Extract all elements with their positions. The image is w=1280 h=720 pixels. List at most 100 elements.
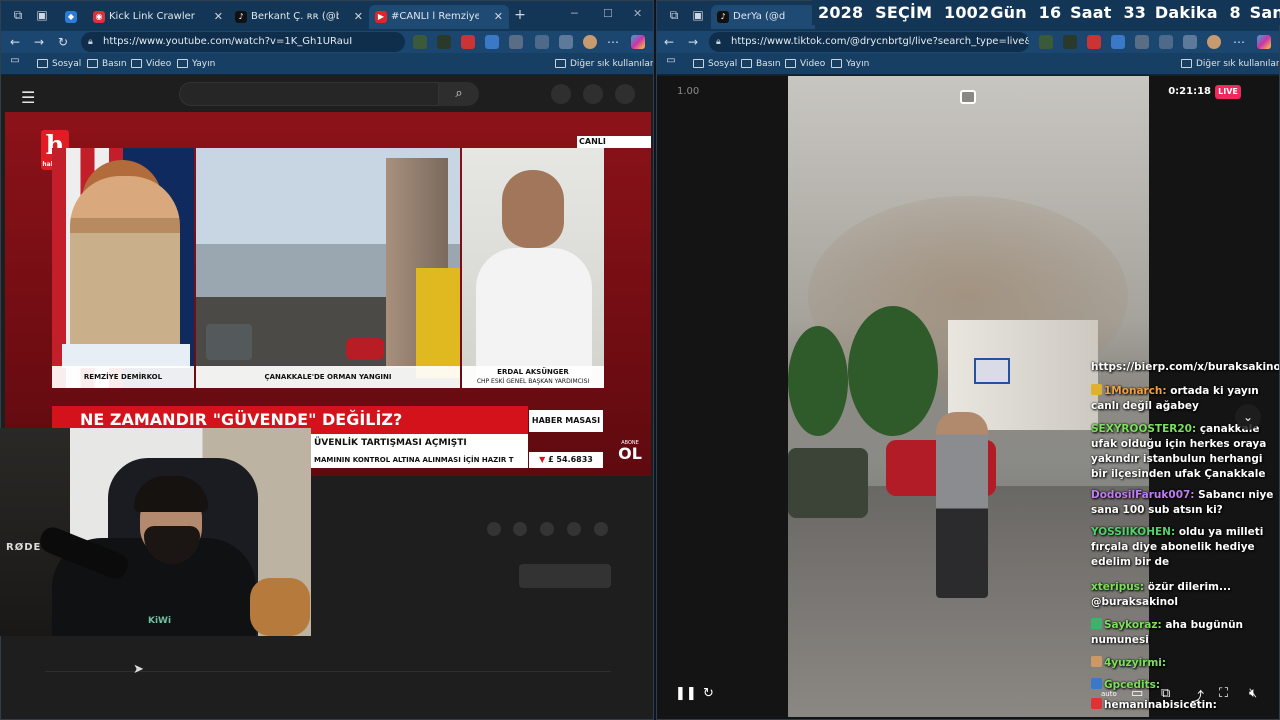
extension-6-icon[interactable] [1159, 35, 1173, 49]
chat-user[interactable]: 4yuzyirmi: [1104, 657, 1166, 669]
bookmark-yayin[interactable]: Yayın [831, 57, 869, 71]
theater-icon[interactable]: ▭ [1131, 686, 1143, 701]
extension-4-icon[interactable] [1111, 35, 1125, 49]
pause-icon[interactable]: ❚❚ [675, 686, 697, 701]
close-tab-icon[interactable]: ✕ [354, 5, 363, 29]
address-bar[interactable]: 🔒︎ https://www.tiktok.com/@drycnbrtgl/li… [709, 32, 1029, 52]
guest-title: CHP ESKİ GENEL BAŞKAN YARDIMCISI [476, 378, 590, 385]
tab-kick-link-crawler[interactable]: ◉ Kick Link Crawler ✕ [87, 5, 229, 29]
more-menu-icon[interactable]: ⋯ [1231, 34, 1247, 50]
reload-icon[interactable]: ↻ [703, 686, 714, 701]
extension-2-icon[interactable] [1063, 35, 1077, 49]
countdown-minutes-unit: Dakika [1154, 3, 1218, 22]
bookmark-toggle-icon[interactable]: ▭ [7, 53, 23, 69]
extension-6-icon[interactable] [535, 35, 549, 49]
bookmark-toggle-icon[interactable]: ▭ [663, 53, 679, 69]
chat-user[interactable]: DodosilFaruk007: [1091, 489, 1195, 501]
new-tab-button[interactable]: + [513, 8, 527, 22]
account-avatar[interactable] [615, 84, 635, 104]
refresh-icon[interactable]: ↻ [55, 34, 71, 50]
divider [45, 671, 611, 672]
close-window-icon[interactable]: ✕ [633, 7, 642, 20]
favorites-icon[interactable] [1183, 35, 1197, 49]
tab-actions-icon[interactable]: ▣ [691, 8, 705, 22]
more-menu-icon[interactable]: ⋯ [605, 34, 621, 50]
folder-icon [177, 59, 188, 68]
minimize-icon[interactable]: ─ [571, 7, 578, 20]
election-countdown: 2028 SEÇİM 1002Gün 16 Saat 33 Dakika 8 S… [812, 0, 1280, 25]
address-bar[interactable]: 🔒︎ https://www.youtube.com/watch?v=1K_Gh… [81, 32, 405, 52]
extension-3-icon[interactable] [1087, 35, 1101, 49]
tab-derya-tiktok[interactable]: ♪ DerYa (@drycnbrtgl) C [711, 5, 815, 29]
chat-user[interactable]: Saykoraz: [1104, 619, 1162, 631]
skeleton-dot [594, 522, 608, 536]
tab-pinned[interactable]: ◆ [59, 5, 87, 29]
extension-2-icon[interactable] [437, 35, 451, 49]
copilot-icon[interactable] [1257, 35, 1271, 49]
scroll-down-chevron-icon[interactable]: ⌄ [1235, 404, 1261, 430]
profile-avatar[interactable] [583, 35, 597, 49]
playback-speed[interactable]: 1.00 [677, 86, 699, 97]
chat-message: YOSSIIKOHEN: oldu ya milleti fırçala diy… [1091, 525, 1279, 570]
bookmark-label: Video [146, 59, 172, 69]
badge-icon [1091, 384, 1102, 395]
maximize-icon[interactable]: ☐ [603, 7, 613, 20]
extension-1-icon[interactable] [413, 35, 427, 49]
hamburger-menu-icon[interactable]: ☰ [21, 88, 35, 107]
favorites-icon[interactable] [559, 35, 573, 49]
skeleton-dot [513, 522, 527, 536]
extension-5-icon[interactable] [1135, 35, 1149, 49]
bookmark-basin[interactable]: Basın [741, 57, 781, 71]
chat-user[interactable]: 1Monarch: [1104, 385, 1167, 397]
close-tab-icon[interactable]: ✕ [494, 5, 503, 29]
picture-in-picture-icon[interactable] [960, 90, 976, 104]
tab-label: Kick Link Crawler [109, 11, 195, 22]
bookmark-basin[interactable]: Basın [87, 57, 127, 71]
bookmark-label: Diğer sık kullanılanlar [1196, 59, 1279, 69]
chat-user[interactable]: YOSSIIKOHEN: [1091, 526, 1175, 538]
lock-icon: 🔒︎ [88, 37, 93, 47]
back-icon[interactable]: ← [661, 34, 677, 50]
workspaces-icon[interactable]: ⧉ [11, 8, 25, 22]
other-bookmarks[interactable]: Diğer sık kullanılanlar [555, 57, 653, 71]
copilot-icon[interactable] [631, 35, 645, 49]
other-bookmarks[interactable]: Diğer sık kullanılanlar [1181, 57, 1279, 71]
miniplayer-icon[interactable]: ⧉ [1161, 686, 1170, 701]
back-icon[interactable]: ← [7, 34, 23, 50]
tab-berkant-tiktok[interactable]: ♪ Berkant Ç. ʀʀ (@berko_oo) · ✕ [229, 5, 369, 29]
bookmark-label: Yayın [192, 59, 216, 69]
extension-3-icon[interactable] [461, 35, 475, 49]
share-icon[interactable]: ⤴ [1191, 686, 1204, 705]
auto-quality[interactable]: auto [1101, 690, 1117, 698]
bookmark-yayin[interactable]: Yayın [177, 57, 215, 71]
chat-user[interactable]: xteripus: [1091, 581, 1144, 593]
live-tag: CANLI [577, 136, 651, 148]
tab-label: Berkant Ç. ʀʀ (@berko_oo) · [251, 11, 339, 22]
chat-message: SEXYROOSTER20: çanakkale ufak olduğu içi… [1091, 422, 1279, 482]
profile-avatar[interactable] [1207, 35, 1221, 49]
youtube-video-player[interactable]: hhalk TV CANLI REMZİYE DEMİRK [5, 112, 651, 476]
tab-canli-youtube[interactable]: ▶ #CANLI l Remziye Demirkol ✕ [369, 5, 509, 29]
mute-icon[interactable]: 🔇︎ [1249, 686, 1257, 701]
forward-icon[interactable]: → [31, 34, 47, 50]
youtube-search-input[interactable] [179, 82, 439, 106]
close-tab-icon[interactable]: ✕ [214, 5, 223, 29]
search-icon[interactable]: ⌕ [439, 82, 479, 106]
forward-icon[interactable]: → [685, 34, 701, 50]
create-icon[interactable] [551, 84, 571, 104]
guest-name: ERDAL AKSÜNGER [497, 368, 569, 376]
bookmark-sosyal[interactable]: Sosyal [693, 57, 737, 71]
bookmark-video[interactable]: Video [131, 57, 171, 71]
extension-4-icon[interactable] [485, 35, 499, 49]
chat-message: https://bierp.com/x/buraksakinol [1091, 360, 1279, 375]
tab-actions-icon[interactable]: ▣ [35, 8, 49, 22]
chat-user[interactable]: SEXYROOSTER20: [1091, 423, 1196, 435]
fullscreen-icon[interactable]: ⛶ [1219, 686, 1228, 701]
extension-1-icon[interactable] [1039, 35, 1053, 49]
workspaces-icon[interactable]: ⧉ [667, 8, 681, 22]
bookmark-video[interactable]: Video [785, 57, 825, 71]
notifications-icon[interactable] [583, 84, 603, 104]
extension-5-icon[interactable] [509, 35, 523, 49]
bookmark-sosyal[interactable]: Sosyal [37, 57, 81, 71]
badge-icon [1091, 678, 1102, 689]
